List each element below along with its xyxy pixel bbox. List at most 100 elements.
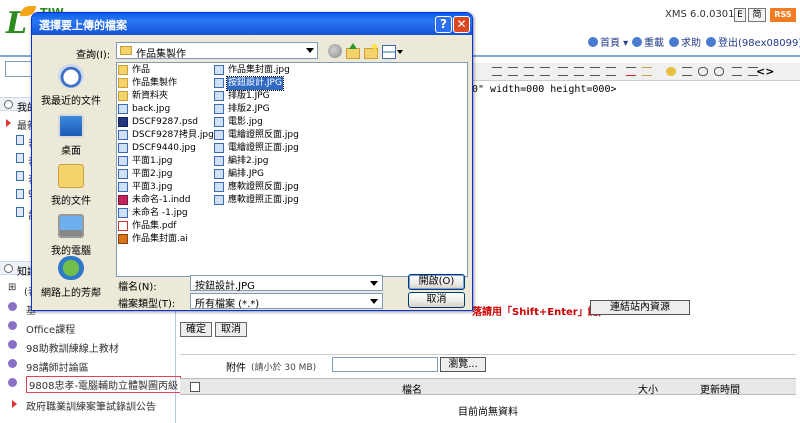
file-icon	[214, 169, 224, 179]
forum-icon	[8, 378, 17, 387]
image-icon[interactable]	[732, 67, 742, 76]
attachment-label: 附件	[226, 363, 246, 374]
emoji-icon[interactable]	[666, 67, 676, 76]
document-icon	[16, 135, 24, 145]
column-updated: 更新時間	[700, 385, 740, 396]
file-name: 排版1.JPG	[228, 91, 270, 101]
folder-icon	[120, 46, 132, 55]
views-menu-icon[interactable]	[382, 44, 404, 59]
new-folder-icon[interactable]	[364, 44, 378, 59]
file-name: 作品	[132, 65, 151, 75]
ordered-list-icon[interactable]	[558, 67, 568, 76]
filename-input[interactable]: 按鈕設計.JPG	[190, 275, 383, 292]
file-icon	[118, 117, 128, 127]
indent-icon[interactable]	[606, 67, 616, 76]
place-my-documents[interactable]: 我的文件	[35, 160, 107, 216]
lookin-select[interactable]: 作品集製作	[116, 42, 318, 60]
justify-icon[interactable]	[540, 67, 550, 76]
file-upload-dialog: 選擇要上傳的檔案 ? ✕ 查詢(I): 作品集製作 我最近的文件 桌面 我的文件…	[31, 12, 473, 311]
dialog-titlebar[interactable]: 選擇要上傳的檔案 ? ✕	[32, 13, 472, 35]
home-link[interactable]: 首頁 ▾	[588, 34, 628, 49]
file-name: 平面3.jpg	[132, 182, 173, 192]
lang-simplified-button[interactable]: 简	[748, 8, 766, 22]
my-computer-icon	[58, 214, 84, 238]
file-icon	[118, 208, 128, 218]
sidebar-item-course[interactable]: 9808忠孝-電腦輔助立體製圖丙級	[0, 375, 182, 393]
cancel-button[interactable]: 取消	[408, 292, 465, 308]
home-icon	[588, 37, 598, 47]
align-center-icon[interactable]	[508, 67, 518, 76]
horizontal-rule-icon[interactable]	[682, 67, 692, 76]
file-name: 平面1.jpg	[132, 156, 173, 166]
confirm-button[interactable]: 確定	[180, 322, 212, 337]
attachment-input[interactable]	[332, 357, 438, 372]
editor-code-line: 0" width=000 height=000>	[472, 84, 617, 95]
place-desktop[interactable]: 桌面	[35, 110, 107, 166]
file-icon	[118, 130, 128, 140]
sidebar-item-ta-materials[interactable]: 98助教訓練線上教材	[0, 337, 176, 355]
source-code-icon[interactable]: <>	[756, 65, 774, 78]
chevron-down-icon[interactable]	[303, 44, 317, 57]
reload-icon	[632, 37, 642, 47]
forum-icon	[8, 302, 17, 311]
editor-toolbar: <>	[470, 63, 800, 81]
file-name: 未命名-1.indd	[132, 195, 191, 205]
column-filename: 檔名	[402, 385, 422, 396]
link-icon[interactable]	[698, 67, 708, 76]
help-link[interactable]: 求助	[669, 34, 701, 49]
link-resource-button[interactable]: 連結站內資源	[590, 300, 690, 315]
file-name: 應軟證照正面.jpg	[228, 195, 299, 205]
caret-icon	[12, 400, 17, 408]
column-size: 大小	[638, 385, 658, 396]
file-icon	[118, 195, 128, 205]
recent-documents-icon	[58, 64, 84, 88]
sidebar-item-teacher-forum[interactable]: 98講師討論區	[0, 356, 176, 374]
up-folder-icon[interactable]	[346, 43, 360, 59]
file-icon	[118, 143, 128, 153]
document-icon	[16, 207, 24, 217]
filename-label: 檔名(N):	[118, 282, 157, 293]
open-button[interactable]: 開啟(O)	[408, 274, 465, 290]
file-icon	[118, 182, 128, 192]
close-button[interactable]: ✕	[453, 16, 470, 33]
filetype-select[interactable]: 所有檔案 (*.*)	[190, 293, 383, 310]
chevron-down-icon[interactable]	[367, 277, 381, 290]
browse-button[interactable]: 瀏覽...	[440, 357, 486, 372]
unlink-icon[interactable]	[714, 67, 724, 76]
lang-en-button[interactable]: E	[734, 8, 746, 22]
place-network[interactable]: 網路上的芳鄰	[35, 252, 107, 308]
file-name: 電影.jpg	[228, 117, 263, 127]
file-name: 新資料夾	[132, 91, 169, 101]
back-icon[interactable]	[328, 44, 342, 58]
cancel-edit-button[interactable]: 取消	[215, 322, 247, 337]
network-icon	[58, 256, 84, 280]
file-name: 未命名 -1.jpg	[132, 208, 188, 218]
bullet-list-icon[interactable]	[574, 67, 584, 76]
file-icon	[214, 117, 224, 127]
align-left-icon[interactable]	[492, 67, 502, 76]
file-icon	[214, 104, 224, 114]
select-all-checkbox[interactable]	[190, 382, 200, 392]
align-right-icon[interactable]	[524, 67, 534, 76]
sidebar-item-announcement[interactable]: 政府職業訓練案筆試錄訓公告	[0, 395, 176, 413]
font-color-icon[interactable]	[626, 67, 636, 76]
attachment-note: (請小於 30 MB)	[251, 363, 317, 373]
attachment-table: 檔名 大小 更新時間 目前尚無資料	[180, 378, 796, 423]
logout-link[interactable]: 登出(98ex08099)	[706, 34, 800, 49]
help-button[interactable]: ?	[435, 16, 452, 33]
dialog-title: 選擇要上傳的檔案	[39, 19, 127, 32]
file-name: 應軟證照反面.jpg	[228, 182, 299, 192]
file-icon	[118, 104, 128, 114]
rss-button[interactable]: RSS	[770, 8, 796, 22]
chevron-down-icon[interactable]	[367, 295, 381, 308]
highlight-icon[interactable]	[642, 67, 652, 76]
folder-icon	[118, 78, 128, 88]
file-list[interactable]: 作品 作品集製作 新資料夾 back.jpg DSCF9287.psd DSCF9287拷…	[116, 62, 468, 277]
file-icon	[214, 65, 224, 75]
outdent-icon[interactable]	[590, 67, 600, 76]
sidebar-item-office[interactable]: Office課程	[0, 318, 176, 336]
reload-link[interactable]: 重載	[632, 34, 664, 49]
file-name: 排版2.JPG	[228, 104, 270, 114]
file-icon	[214, 130, 224, 140]
place-recent[interactable]: 我最近的文件	[35, 60, 107, 116]
